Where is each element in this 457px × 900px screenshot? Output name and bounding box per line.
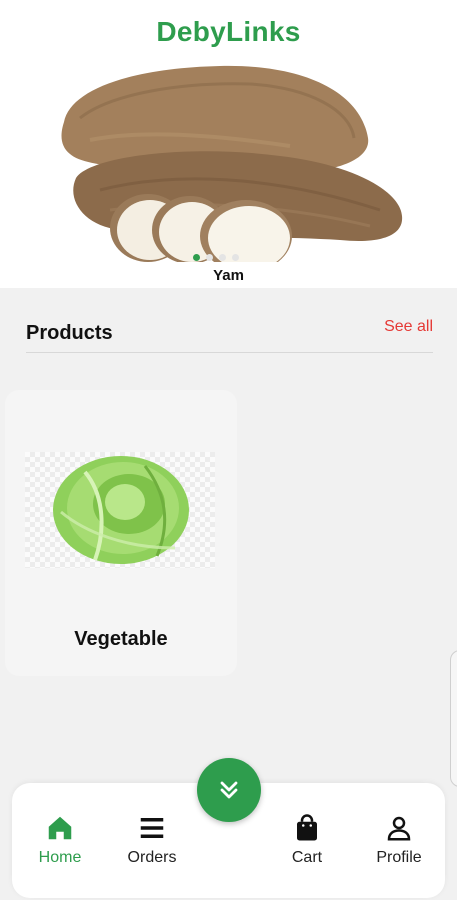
carousel-dot[interactable] (206, 254, 213, 261)
product-image (25, 452, 215, 568)
nav-item-orders[interactable]: Orders (112, 813, 192, 867)
banner-carousel[interactable] (50, 60, 410, 272)
nav-label-home: Home (38, 849, 82, 866)
products-section-header: Products See all (26, 318, 433, 353)
app-title: DebyLinks (156, 16, 301, 47)
carousel-dot-active[interactable] (193, 254, 200, 261)
nav-label-cart: Cart (291, 849, 323, 866)
product-card[interactable]: Vegetable (5, 390, 237, 676)
nav-item-home[interactable]: Home (20, 813, 100, 867)
section-title: Products (26, 322, 113, 344)
banner-caption: Yam (0, 262, 457, 288)
header-area: DebyLinks (0, 0, 457, 272)
side-edge-handle[interactable] (450, 650, 457, 787)
nav-label-orders: Orders (127, 849, 177, 866)
person-icon (387, 816, 411, 841)
carousel-dots[interactable] (193, 254, 239, 261)
cabbage-image (53, 456, 189, 564)
see-all-link[interactable]: See all (384, 318, 433, 336)
expand-fab-button[interactable] (197, 758, 261, 822)
home-icon (48, 816, 72, 840)
nav-item-profile[interactable]: Profile (359, 813, 439, 867)
shopping-bag-icon (297, 814, 317, 841)
carousel-dot[interactable] (219, 254, 226, 261)
nav-item-cart[interactable]: Cart (267, 813, 347, 867)
nav-label-profile: Profile (376, 849, 422, 866)
carousel-dot[interactable] (232, 254, 239, 261)
product-name: Vegetable (74, 628, 168, 650)
menu-icon (140, 818, 164, 838)
yam-image (61, 65, 403, 272)
chevron-double-down-icon (220, 781, 238, 799)
